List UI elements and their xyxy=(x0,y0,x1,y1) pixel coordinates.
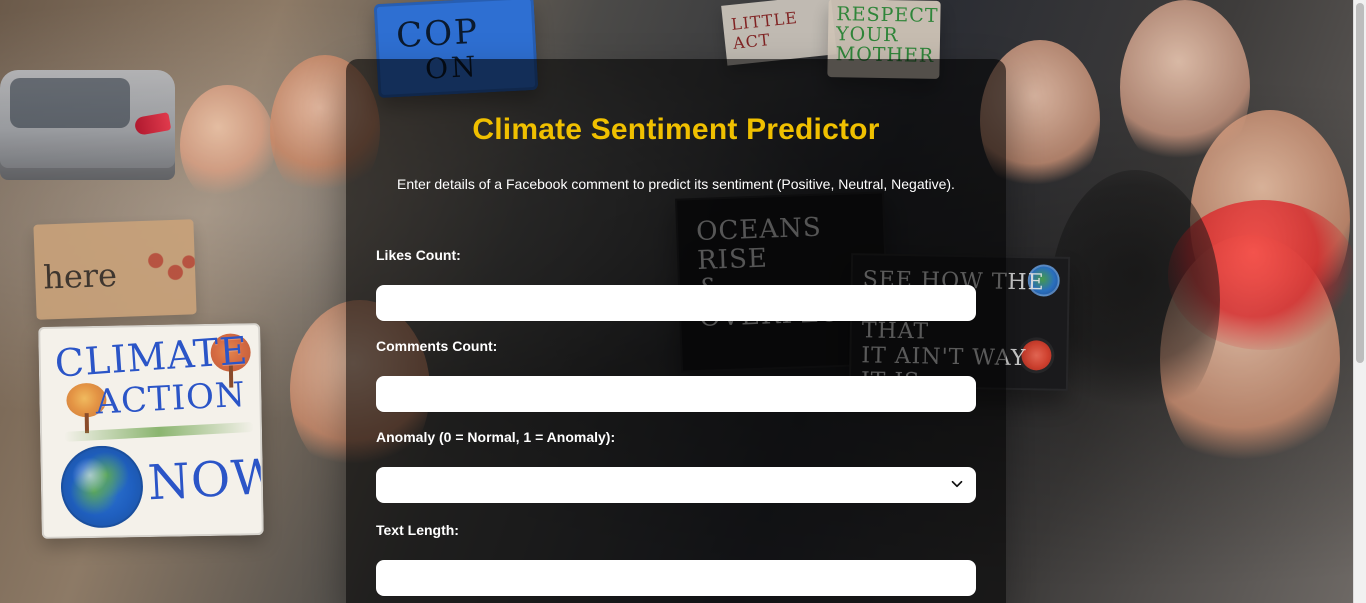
background-globe-icon xyxy=(1027,264,1061,297)
background-tree-trunk xyxy=(84,413,90,434)
background-tree-icon xyxy=(66,382,107,418)
background-car-window xyxy=(10,78,130,128)
background-sign-text-line: YOUR xyxy=(835,23,899,47)
background-sign-text: RESPECT YOUR MOTHER xyxy=(835,3,939,67)
background-black-jacket xyxy=(1050,170,1220,430)
anomaly-label: Anomaly (0 = Normal, 1 = Anomaly): xyxy=(376,429,616,445)
background-sign-text: NOW xyxy=(146,448,264,512)
background-sign-text: LITTLE ACT xyxy=(730,8,799,53)
background-person xyxy=(1160,235,1340,485)
anomaly-select[interactable] xyxy=(376,467,976,503)
background-sign-text: COP xyxy=(395,11,481,57)
background-car-light xyxy=(133,112,172,136)
background-tree-icon xyxy=(210,333,251,372)
background-person xyxy=(1190,110,1350,330)
background-sign-little-act: LITTLE ACT xyxy=(721,0,837,66)
page-title: Climate Sentiment Predictor xyxy=(472,113,880,146)
background-sign-marks xyxy=(144,244,197,296)
background-sign-climate-action: CLIMATE ACTION NOW xyxy=(38,323,264,539)
background-car xyxy=(0,70,175,180)
text-length-label: Text Length: xyxy=(376,522,459,538)
likes-count-input[interactable] xyxy=(376,285,976,321)
page-subtitle: Enter details of a Facebook comment to p… xyxy=(397,176,955,192)
background-person xyxy=(180,85,275,205)
background-red-jacket xyxy=(1168,200,1358,350)
anomaly-select-wrap[interactable] xyxy=(376,467,976,503)
vertical-scrollbar[interactable] xyxy=(1353,0,1366,603)
background-tree-trunk xyxy=(228,365,234,388)
background-person xyxy=(1120,0,1250,175)
background-sign-text: ACTION xyxy=(94,374,247,423)
background-branch xyxy=(63,421,255,442)
comments-count-label: Comments Count: xyxy=(376,338,498,354)
comments-count-input[interactable] xyxy=(376,376,976,412)
scrollbar-thumb[interactable] xyxy=(1356,3,1364,363)
background-sign-text-line: RESPECT xyxy=(836,3,939,27)
background-sign-here: here xyxy=(33,219,197,320)
likes-count-label: Likes Count: xyxy=(376,247,461,263)
background-flower-icon xyxy=(1021,340,1052,371)
page: COP ON LITTLE ACT RESPECT YOUR MOTHER he… xyxy=(0,0,1366,603)
background-globe-icon xyxy=(60,445,144,529)
background-sign-text: CLIMATE xyxy=(53,328,250,386)
background-sign-text: here xyxy=(42,255,118,297)
text-length-input[interactable] xyxy=(376,560,976,596)
sentiment-form-card: Climate Sentiment Predictor Enter detail… xyxy=(346,59,1006,603)
